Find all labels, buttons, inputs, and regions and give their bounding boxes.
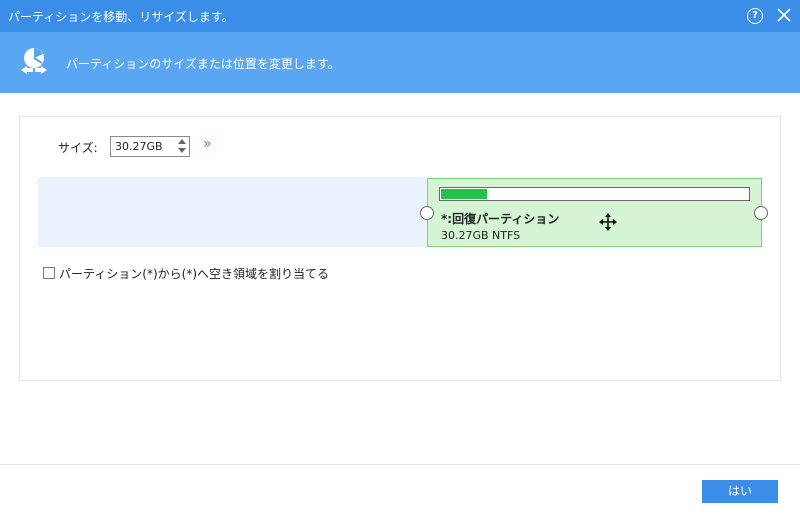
close-icon[interactable]: [775, 6, 793, 24]
header-description: パーティションのサイズまたは位置を変更します。: [66, 57, 340, 71]
app-logo-icon: [21, 48, 47, 74]
move-cursor-icon[interactable]: [598, 212, 618, 232]
header-banner: パーティションのサイズまたは位置を変更します。: [0, 32, 800, 93]
left-resize-handle[interactable]: [420, 206, 434, 220]
size-value[interactable]: 30.27GB: [115, 140, 163, 153]
size-label: サイズ:: [58, 141, 98, 155]
advanced-chevron-icon[interactable]: »: [203, 136, 212, 152]
allocate-free-space-checkbox[interactable]: [43, 267, 55, 279]
allocate-free-space-label[interactable]: パーティション(*)から(*)へ空き領域を割り当てる: [59, 265, 329, 282]
usage-bar: [439, 187, 750, 201]
title-bar: パーティションを移動、リサイズします。 ?: [0, 0, 800, 32]
spin-down-icon[interactable]: [178, 148, 186, 153]
footer-divider: [0, 464, 800, 465]
spin-up-icon[interactable]: [178, 139, 186, 144]
partition-info: 30.27GB NTFS: [441, 229, 521, 242]
window-title: パーティションを移動、リサイズします。: [8, 10, 234, 24]
help-icon[interactable]: ?: [747, 8, 763, 24]
usage-bar-fill: [441, 189, 487, 199]
right-resize-handle[interactable]: [754, 206, 768, 220]
partition-name: *:回復パーティション: [441, 212, 560, 226]
ok-button[interactable]: はい: [702, 480, 778, 503]
size-spinbox[interactable]: 30.27GB: [110, 136, 190, 157]
